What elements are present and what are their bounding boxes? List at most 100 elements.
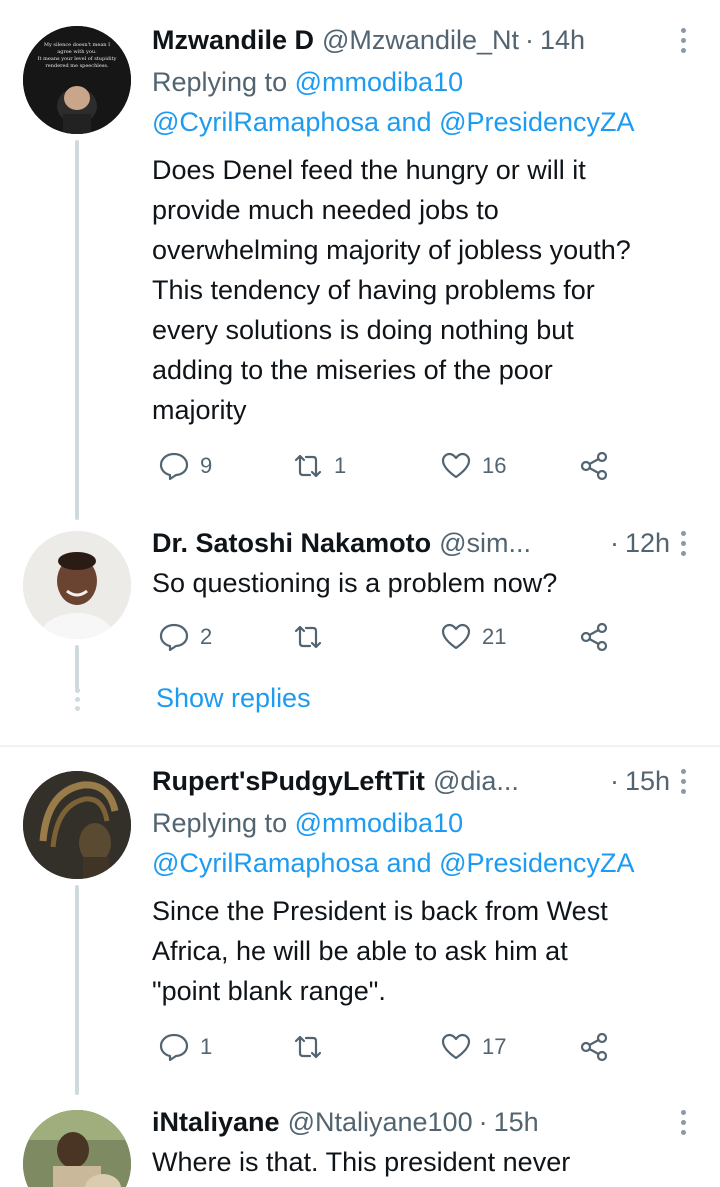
display-name[interactable]: Dr. Satoshi Nakamoto <box>152 525 431 561</box>
user-handle[interactable]: @Mzwandile_Nt <box>322 22 519 58</box>
tweet-text-line: Since the President is back from West <box>152 896 608 926</box>
timestamp[interactable]: 12h <box>625 525 670 561</box>
timestamp[interactable]: 14h <box>540 22 585 58</box>
mention-link[interactable]: @CyrilRamaphosa <box>152 107 379 137</box>
mention-link[interactable]: @PresidencyZA <box>439 107 634 137</box>
more-icon[interactable] <box>678 1110 688 1135</box>
thread-line <box>75 140 79 520</box>
mention-link[interactable]: @PresidencyZA <box>439 848 634 878</box>
reply-button[interactable]: 1 <box>158 1027 212 1067</box>
mention-link[interactable]: @mmodiba10 <box>295 67 464 97</box>
avatar[interactable] <box>23 771 131 879</box>
separator-dot: · <box>478 1107 488 1137</box>
separator-dot: · <box>609 766 619 796</box>
tweet-actions: 1 17 <box>152 1027 622 1067</box>
retweet-button[interactable]: 1 <box>292 446 346 486</box>
avatar-image <box>23 1110 131 1187</box>
like-button[interactable]: 17 <box>440 1027 506 1067</box>
replying-to: Replying to @mmodiba10 <box>152 803 670 843</box>
retweet-icon <box>294 625 322 649</box>
reply-count: 2 <box>200 624 213 649</box>
share-icon <box>580 451 608 481</box>
user-handle[interactable]: @dia... <box>433 763 519 799</box>
avatar-quote-line-2: agree with you. <box>57 49 97 55</box>
mention-and[interactable]: and <box>387 107 432 137</box>
avatar[interactable]: My silence doesn't mean I agree with you… <box>23 26 131 134</box>
tweet-text-line: overwhelming majority of jobless youth? <box>152 235 631 265</box>
display-name[interactable]: iNtaliyane <box>152 1104 280 1140</box>
tweet-text-line: This tendency of having problems for <box>152 275 595 305</box>
reply-icon <box>159 452 189 481</box>
avatar-image: My silence doesn't mean I agree with you… <box>23 26 131 134</box>
display-name[interactable]: Rupert'sPudgyLeftTit <box>152 763 425 799</box>
user-handle[interactable]: @sim... <box>439 525 531 561</box>
tweet-ntaliyane[interactable]: iNtaliyane @Ntaliyane100 · 15h Where is … <box>0 1090 720 1187</box>
tweet-text: Where is that. This president never <box>152 1142 670 1182</box>
replying-to-line-2: @CyrilRamaphosa and @PresidencyZA <box>152 102 670 142</box>
avatar[interactable] <box>23 1110 131 1187</box>
tweet-text: Since the President is back from West Af… <box>152 891 670 1011</box>
retweet-button[interactable] <box>292 617 334 657</box>
like-button[interactable]: 21 <box>440 617 506 657</box>
mention-link[interactable]: @CyrilRamaphosa <box>152 848 379 878</box>
share-icon <box>580 622 608 652</box>
avatar-quote-line-4: rendered me speechless. <box>45 63 109 69</box>
tweet-satoshi[interactable]: Dr. Satoshi Nakamoto @sim... · 12h So qu… <box>0 505 720 745</box>
like-icon <box>441 1033 471 1060</box>
reply-icon <box>159 623 189 652</box>
avatar[interactable] <box>23 531 131 639</box>
more-icon[interactable] <box>678 531 688 556</box>
reply-icon <box>159 1033 189 1062</box>
tweet-text-line: So questioning is a problem now? <box>152 568 558 598</box>
tweet-text-line: adding to the miseries of the poor <box>152 355 553 385</box>
tweet-actions: 2 21 <box>152 617 622 657</box>
thread-collapsed-indicator <box>73 688 81 711</box>
share-button[interactable] <box>578 1027 610 1067</box>
like-icon <box>441 452 471 479</box>
share-button[interactable] <box>578 617 610 657</box>
replying-to-line-2: @CyrilRamaphosa and @PresidencyZA <box>152 843 670 883</box>
avatar-quote-line-1: My silence doesn't mean I <box>44 42 110 48</box>
retweet-count: 1 <box>334 453 347 478</box>
display-name[interactable]: Mzwandile D <box>152 22 314 58</box>
tweet-text-line: Where is that. This president never <box>152 1147 571 1177</box>
separator-dot: · <box>525 25 534 55</box>
tweet-text-line: majority <box>152 395 247 425</box>
avatar-image <box>23 771 131 879</box>
timestamp[interactable]: 15h <box>494 1104 539 1140</box>
separator-dot: · <box>609 528 619 558</box>
timestamp[interactable]: 15h <box>625 763 670 799</box>
tweet-text-line: Africa, he will be able to ask him at <box>152 936 568 966</box>
tweet-mzwandile[interactable]: My silence doesn't mean I agree with you… <box>0 0 720 520</box>
like-icon <box>441 623 471 650</box>
replying-to: Replying to @mmodiba10 <box>152 62 670 102</box>
tweet-header: Mzwandile D @Mzwandile_Nt · 14h <box>152 22 670 58</box>
reply-count: 9 <box>200 453 213 478</box>
replying-to-prefix: Replying to <box>152 808 288 838</box>
more-icon[interactable] <box>678 769 688 794</box>
mention-link[interactable]: @mmodiba10 <box>295 808 464 838</box>
retweet-button[interactable] <box>292 1027 334 1067</box>
tweet-rupert[interactable]: Rupert'sPudgyLeftTit @dia... · 15h Reply… <box>0 747 720 1095</box>
like-count: 17 <box>482 1034 507 1059</box>
mention-and[interactable]: and <box>387 848 432 878</box>
retweet-icon <box>294 454 322 478</box>
thread-line <box>75 885 79 1095</box>
replying-to-prefix: Replying to <box>152 67 288 97</box>
reply-button[interactable]: 9 <box>158 446 212 486</box>
retweet-icon <box>294 1035 322 1059</box>
thread-line <box>75 645 79 690</box>
tweet-header: Rupert'sPudgyLeftTit @dia... · 15h <box>152 763 670 799</box>
tweet-text: Does Denel feed the hungry or will it pr… <box>152 150 670 430</box>
like-count: 16 <box>482 453 507 478</box>
tweet-header: iNtaliyane @Ntaliyane100 · 15h <box>152 1104 670 1140</box>
avatar-image <box>23 531 131 639</box>
share-button[interactable] <box>578 446 610 486</box>
more-icon[interactable] <box>678 28 688 53</box>
reply-button[interactable]: 2 <box>158 617 212 657</box>
like-count: 21 <box>482 624 507 649</box>
tweet-text-line: "point blank range". <box>152 976 386 1006</box>
user-handle[interactable]: @Ntaliyane100 <box>288 1104 473 1140</box>
like-button[interactable]: 16 <box>440 446 506 486</box>
show-replies-link[interactable]: Show replies <box>156 683 311 714</box>
